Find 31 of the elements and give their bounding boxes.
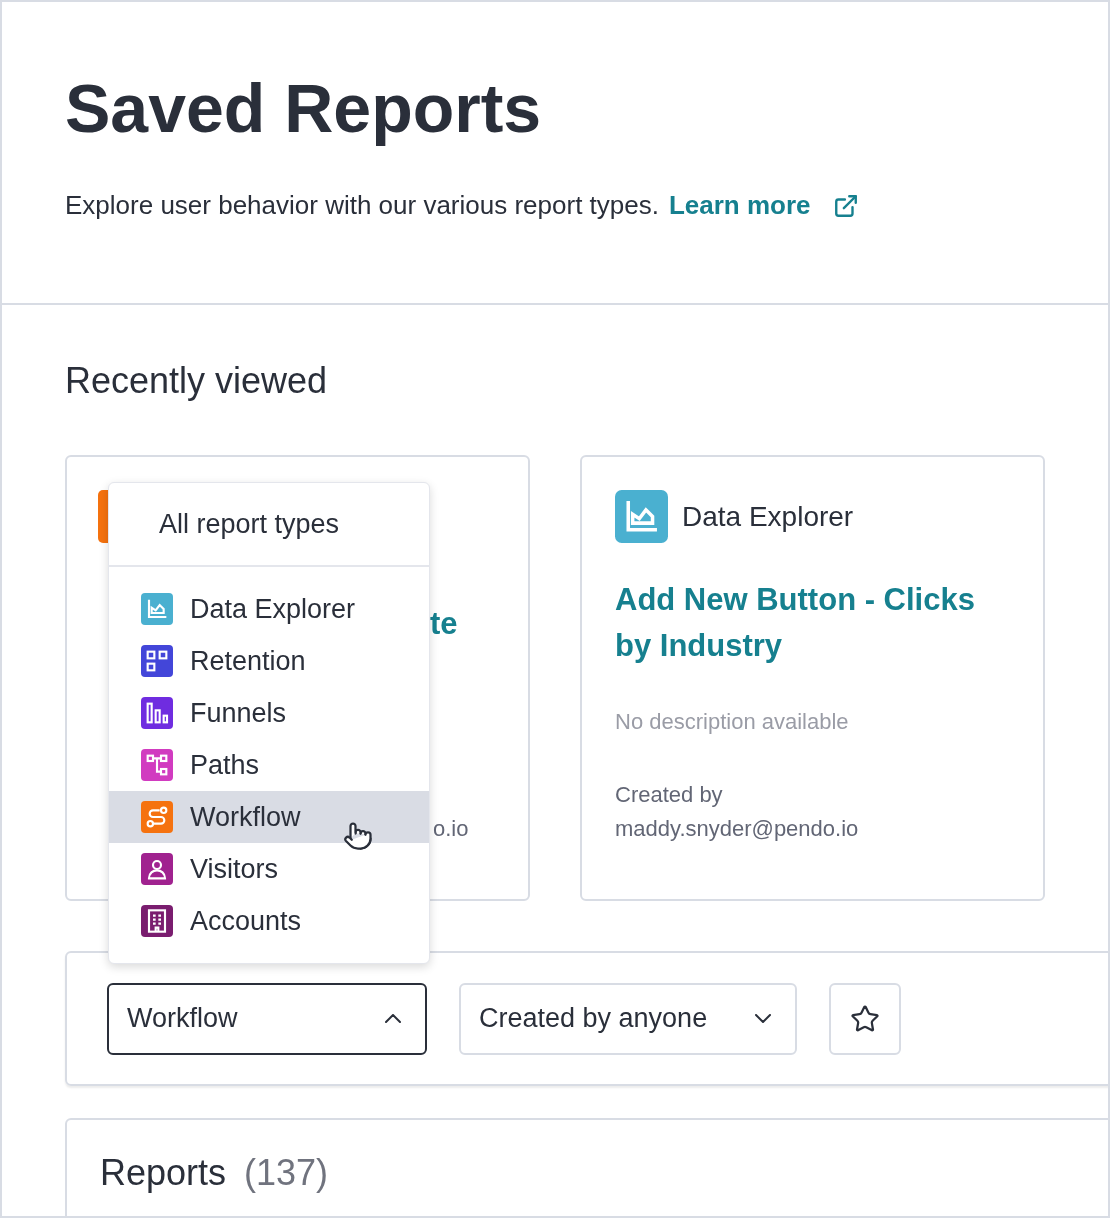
creator-email: maddy.snyder@pendo.io [615,815,860,843]
report-type-select[interactable]: Workflow [107,982,427,1055]
report-title-fragment: te [430,605,458,643]
menu-item[interactable]: Data Explorer [109,583,429,635]
reports-title: Reports [100,1151,227,1195]
menu-header[interactable]: All report types [159,503,340,545]
reports-count: (137) [244,1151,329,1195]
report-type-icon [615,490,668,543]
report-type-label: Data Explorer [682,499,854,534]
learn-more-link[interactable]: Learn more [668,186,811,225]
external-link-icon [832,192,859,219]
hand-cursor-icon [343,821,373,851]
star-icon [850,1003,880,1034]
page-title: Saved Reports [65,69,543,148]
menu-item[interactable]: Visitors [109,843,429,895]
menu-item[interactable]: Accounts [109,895,429,947]
creator-select[interactable]: Created by anyone [459,982,797,1055]
report-description: No description available [615,708,850,736]
menu-item[interactable]: Funnels [109,687,429,739]
created-by-label: Created by [615,781,724,809]
report-card[interactable]: Data Explorer Add New Button - Clicks by Industry No description available Created by maddy.snyder@pendo.io [580,455,1045,901]
page-subtitle: Explore user behavior with our various report types. [65,189,659,222]
menu-item[interactable]: Paths [109,739,429,791]
chevron-up-icon [385,1014,401,1023]
menu-item[interactable]: Retention [109,635,429,687]
report-title-link[interactable]: Add New Button - Clicks by Industry [615,577,1010,669]
section-heading: Recently viewed [65,359,329,403]
report-type-icon [98,490,108,543]
creator-email-fragment: o.io [433,815,469,843]
chevron-down-icon [755,1014,771,1023]
favorites-toggle[interactable] [829,982,901,1055]
